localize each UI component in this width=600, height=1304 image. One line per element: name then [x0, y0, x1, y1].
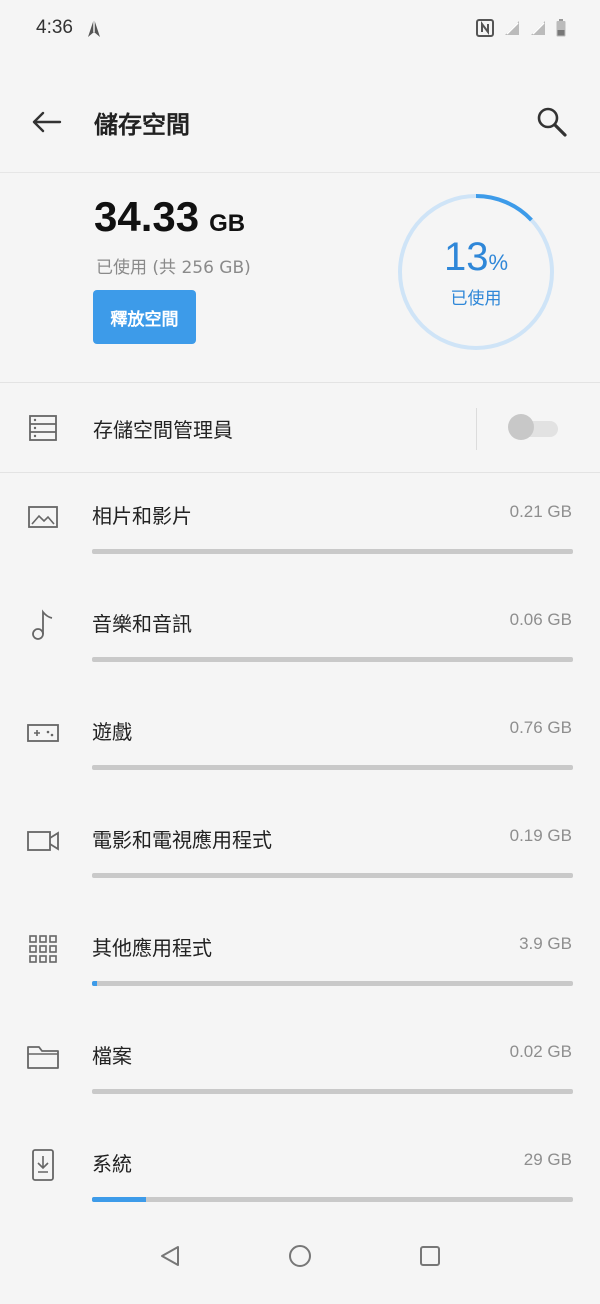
storage-manager-row[interactable]: 存儲空間管理員 [0, 384, 600, 472]
video-camera-icon [27, 831, 59, 851]
circle-home-icon [289, 1245, 311, 1267]
category-row-games[interactable]: 遊戲 0.76 GB [0, 692, 600, 800]
category-usage-bar [92, 549, 573, 554]
category-label: 其他應用程式 [92, 936, 212, 960]
category-usage-bar [92, 1089, 573, 1094]
category-usage-fill [92, 981, 98, 986]
system-download-icon [32, 1149, 54, 1181]
category-usage-bar [92, 1197, 573, 1202]
usage-percent: 13% [443, 235, 509, 279]
used-unit: GB [209, 210, 246, 237]
category-size: 29 GB [523, 1150, 572, 1169]
apps-grid-icon [29, 935, 57, 963]
app-bar: 儲存空間 [0, 86, 600, 158]
arrow-left-icon [32, 111, 62, 133]
category-row-system[interactable]: 系統 29 GB [0, 1124, 600, 1232]
storage-manager-toggle[interactable] [508, 414, 558, 440]
category-usage-bar [92, 873, 573, 878]
triangle-back-icon [161, 1246, 179, 1266]
nav-recents-button[interactable] [415, 1241, 445, 1271]
category-size: 0.06 GB [509, 610, 572, 629]
nav-back-button[interactable] [155, 1241, 185, 1271]
category-row-movies-tv[interactable]: 電影和電視應用程式 0.19 GB [0, 800, 600, 908]
signal-sim1-icon [505, 21, 519, 35]
toggle-thumb [508, 414, 534, 440]
square-recents-icon [420, 1246, 440, 1266]
category-row-files[interactable]: 檔案 0.02 GB [0, 1016, 600, 1124]
status-time: 4:36 [36, 17, 73, 38]
system-navigation-bar [0, 1226, 600, 1286]
category-size: 3.9 GB [519, 934, 572, 953]
storage-manager-label: 存儲空間管理員 [93, 417, 233, 442]
category-size: 0.02 GB [509, 1042, 572, 1061]
usage-ring-label: 13% 已使用 [396, 192, 556, 352]
category-usage-bar [92, 981, 573, 986]
navigation-arrow-icon [87, 19, 100, 37]
gamepad-icon [27, 724, 59, 742]
status-icons [476, 19, 566, 37]
free-up-space-button[interactable]: 釋放空間 [93, 290, 196, 344]
folder-icon [27, 1046, 59, 1069]
divider [0, 382, 600, 383]
image-icon [28, 506, 58, 528]
status-bar: 4:36 [0, 0, 600, 56]
category-size: 0.21 GB [509, 502, 572, 521]
nfc-icon [476, 19, 494, 37]
category-usage-bar [92, 765, 573, 770]
signal-sim2-icon [531, 21, 545, 35]
nav-home-button[interactable] [285, 1241, 315, 1271]
search-icon [537, 107, 567, 137]
category-size: 0.19 GB [509, 826, 572, 845]
category-usage-bar [92, 657, 573, 662]
storage-summary: 34.33 GB 已使用 (共 256 GB) 釋放空間 13% 已使用 [0, 172, 600, 382]
used-amount: 34.33 GB [94, 193, 245, 241]
category-row-photos[interactable]: 相片和影片 0.21 GB [0, 476, 600, 584]
used-value: 34.33 [94, 193, 200, 240]
divider [0, 472, 600, 473]
category-label: 檔案 [92, 1044, 132, 1068]
category-row-music[interactable]: 音樂和音訊 0.06 GB [0, 584, 600, 692]
category-label: 音樂和音訊 [92, 612, 192, 636]
category-label: 電影和電視應用程式 [92, 828, 272, 852]
category-label: 遊戲 [92, 720, 132, 744]
used-total-text: 已使用 (共 256 GB) [96, 258, 251, 278]
search-button[interactable] [530, 100, 574, 144]
back-button[interactable] [26, 102, 66, 142]
storage-list-icon [29, 415, 57, 441]
category-label: 系統 [92, 1152, 132, 1176]
music-note-icon [32, 609, 53, 640]
category-size: 0.76 GB [509, 718, 572, 737]
battery-icon [556, 19, 566, 37]
usage-percent-label: 已使用 [450, 289, 502, 309]
category-row-other-apps[interactable]: 其他應用程式 3.9 GB [0, 908, 600, 1016]
page-title: 儲存空間 [94, 110, 190, 139]
vertical-divider [476, 408, 477, 450]
category-usage-fill [92, 1197, 147, 1202]
category-label: 相片和影片 [92, 504, 192, 528]
